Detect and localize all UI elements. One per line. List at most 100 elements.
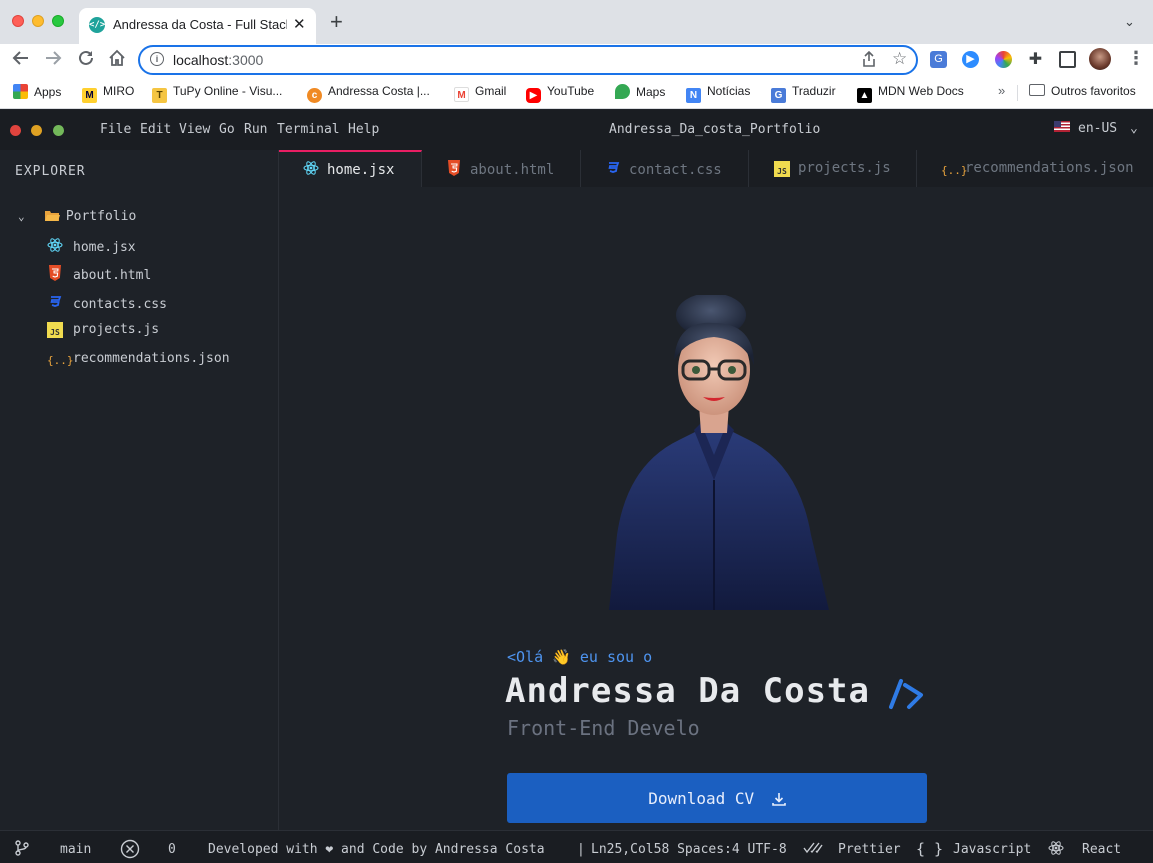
- explorer-file-home[interactable]: home.jsx: [47, 237, 136, 255]
- code-slash-icon: [889, 679, 923, 709]
- error-circle-icon[interactable]: [120, 839, 140, 863]
- menu-run[interactable]: Run: [244, 122, 267, 137]
- hero-role: Front-End Develo: [507, 716, 700, 740]
- folder-portfolio[interactable]: ⌄ Portfolio: [18, 209, 136, 225]
- react-icon: [47, 237, 63, 253]
- tupy-icon: T: [152, 88, 167, 103]
- home-button[interactable]: [108, 49, 126, 72]
- language-selector[interactable]: en-US ⌄: [1054, 121, 1138, 136]
- app-title: Andressa_Da_costa_Portfolio: [609, 122, 821, 137]
- json-icon: {..}: [47, 354, 74, 367]
- zoom-extension-icon[interactable]: ▶: [962, 51, 979, 68]
- menu-help[interactable]: Help: [348, 122, 379, 137]
- error-count: 0: [168, 842, 176, 857]
- explorer-file-projects[interactable]: JS projects.js: [47, 322, 159, 338]
- reload-button[interactable]: [77, 49, 95, 72]
- tab-contact-css[interactable]: contact.css: [581, 150, 749, 187]
- download-icon: [771, 792, 786, 806]
- browser-tab-title: Andressa da Costa - Full Stack Developer: [113, 17, 287, 32]
- git-branch-icon: [14, 840, 30, 860]
- cursor-position[interactable]: Ln25,Col58 Spaces:4 UTF-8: [591, 842, 787, 857]
- bookmark-gmail[interactable]: M Gmail: [454, 84, 506, 102]
- bookmark-youtube[interactable]: ▶ YouTube: [526, 84, 594, 103]
- app-close-dot: [10, 125, 21, 136]
- javascript-icon: JS: [774, 161, 790, 177]
- color-picker-extension-icon[interactable]: [995, 51, 1012, 68]
- tab-recommendations-json[interactable]: {..}recommendations.json: [917, 150, 1153, 187]
- status-divider: |: [577, 842, 585, 857]
- youtube-icon: ▶: [526, 88, 541, 103]
- explorer-sidebar: EXPLORER ⌄ Portfolio home.jsx about.html…: [0, 150, 279, 830]
- bookmark-mdn[interactable]: ▲ MDN Web Docs: [857, 84, 964, 103]
- gmail-icon: M: [454, 87, 469, 102]
- css3-icon: [47, 294, 63, 310]
- menu-go[interactable]: Go: [219, 122, 235, 137]
- css3-icon: [605, 160, 621, 176]
- explorer-file-about[interactable]: about.html: [47, 265, 151, 283]
- editor-area: <Olá 👋 eu sou o Andressa Da Costa Front-…: [279, 187, 1153, 830]
- explorer-file-contacts[interactable]: contacts.css: [47, 294, 167, 312]
- extensions-puzzle-icon[interactable]: ✚: [1027, 51, 1044, 68]
- double-check-icon: [803, 842, 823, 858]
- tab-home-jsx[interactable]: home.jsx: [279, 150, 422, 187]
- back-button[interactable]: [12, 49, 30, 72]
- folder-icon: [1029, 84, 1045, 96]
- explorer-file-recommendations[interactable]: {..}recommendations.json: [47, 351, 230, 369]
- tab-close-icon[interactable]: ✕: [293, 15, 306, 33]
- bookmark-other-folder[interactable]: Outros favoritos: [1029, 84, 1136, 98]
- braces-icon: { }: [916, 840, 944, 858]
- window-zoom-button[interactable]: [52, 15, 64, 27]
- profile-avatar[interactable]: [1089, 48, 1111, 70]
- framework-label: React: [1082, 842, 1122, 857]
- menu-file[interactable]: File: [100, 122, 131, 137]
- javascript-icon: JS: [47, 322, 63, 338]
- side-panel-icon[interactable]: [1059, 51, 1076, 68]
- formatter-label[interactable]: Prettier: [838, 842, 901, 857]
- tab-search-icon[interactable]: ⌄: [1124, 14, 1135, 30]
- bookmark-translate[interactable]: G Traduzir: [771, 84, 836, 103]
- browser-menu-icon[interactable]: ⋮: [1127, 48, 1145, 69]
- bookmark-andressa[interactable]: c Andressa Costa |...: [307, 84, 430, 103]
- bookmark-news[interactable]: N Notícias: [686, 84, 750, 103]
- app-minimize-dot: [31, 125, 42, 136]
- window-minimize-button[interactable]: [32, 15, 44, 27]
- git-branch-name[interactable]: main: [60, 842, 91, 857]
- forward-button[interactable]: [44, 49, 62, 72]
- browser-toolbar: i localhost:3000 ☆ G ▶ ✚ ⋮: [0, 44, 1153, 77]
- new-tab-button[interactable]: +: [330, 11, 343, 33]
- mdn-icon: ▲: [857, 88, 872, 103]
- avatar-illustration: [609, 295, 829, 610]
- us-flag-icon: [1054, 121, 1070, 132]
- url-text[interactable]: localhost:3000: [173, 52, 263, 68]
- language-mode[interactable]: Javascript: [953, 842, 1031, 857]
- developer-credit: Developed with ❤ and Code by Andressa Co…: [208, 842, 545, 857]
- html5-icon: [47, 265, 63, 281]
- bookmarks-overflow-icon[interactable]: »: [998, 83, 1005, 98]
- chevron-down-icon: ⌄: [18, 210, 25, 223]
- miro-icon: M: [82, 88, 97, 103]
- download-cv-button[interactable]: Download CV: [507, 773, 927, 823]
- google-translate-extension-icon[interactable]: G: [930, 51, 947, 68]
- menu-edit[interactable]: Edit: [140, 122, 171, 137]
- tab-about-html[interactable]: about.html: [422, 150, 581, 187]
- translate-icon: G: [771, 88, 786, 103]
- window-close-button[interactable]: [12, 15, 24, 27]
- share-icon[interactable]: [862, 50, 876, 70]
- menu-terminal[interactable]: Terminal: [277, 122, 340, 137]
- tab-projects-js[interactable]: JS projects.js: [749, 150, 917, 187]
- bookmark-tupy[interactable]: T TuPy Online - Visu...: [152, 84, 282, 103]
- bookmark-maps[interactable]: Maps: [615, 84, 665, 99]
- bookmark-star-icon[interactable]: ☆: [892, 49, 907, 69]
- react-icon: [1048, 840, 1064, 860]
- bookmark-apps[interactable]: Apps: [13, 84, 61, 99]
- menu-view[interactable]: View: [179, 122, 210, 137]
- code-brackets-icon: </>: [89, 17, 105, 33]
- bookmarks-bar: Apps M MIRO T TuPy Online - Visu... c Andre…: [0, 77, 1153, 109]
- site-info-icon[interactable]: i: [150, 52, 164, 66]
- browser-tab-strip: </> Andressa da Costa - Full Stack Devel…: [0, 0, 1153, 44]
- address-bar[interactable]: i localhost:3000 ☆: [138, 45, 918, 75]
- react-icon: [303, 160, 319, 176]
- bookmark-miro[interactable]: M MIRO: [82, 84, 134, 103]
- html5-icon: [446, 160, 462, 176]
- browser-tab[interactable]: </> Andressa da Costa - Full Stack Devel…: [79, 8, 316, 44]
